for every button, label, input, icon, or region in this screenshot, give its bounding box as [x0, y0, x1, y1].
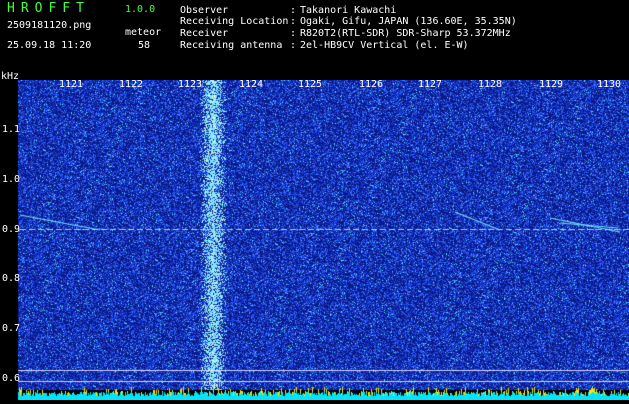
freq-tick: 1.0: [2, 174, 21, 185]
spectrogram-canvas: [0, 80, 629, 400]
separator: :: [290, 16, 297, 27]
header-panel: HROFFT 1.0.0 2509181120.png 25.09.18 11:…: [0, 0, 629, 72]
time-tick: 1121: [59, 79, 84, 90]
time-tick: 1127: [418, 79, 443, 90]
freq-tick: 0.6: [2, 373, 21, 384]
freq-tick: 0.9: [2, 224, 21, 235]
time-axis: 1121 1122 1123 1124 1125 1126 1127 1128 …: [0, 72, 629, 90]
antenna-label: Receiving antenna: [180, 40, 283, 51]
app-name: HROFFT: [7, 1, 90, 16]
freq-tick: 0.7: [2, 323, 21, 334]
freq-tick: 1.1: [2, 124, 21, 135]
spectrogram: [0, 80, 629, 400]
separator: :: [290, 40, 297, 51]
file-name: 2509181120.png: [7, 20, 92, 31]
freq-tick: 0.8: [2, 273, 21, 284]
receiver-label: Receiver: [180, 28, 229, 39]
time-tick: 1125: [298, 79, 323, 90]
time-tick: 1126: [359, 79, 384, 90]
time-tick: 1123: [178, 79, 203, 90]
meteor-count: 58: [138, 40, 151, 51]
time-tick: 1128: [478, 79, 503, 90]
time-tick: 1130: [597, 79, 622, 90]
location-value: Ogaki, Gifu, JAPAN (136.60E, 35.35N): [300, 16, 517, 27]
app-version: 1.0.0: [125, 4, 156, 15]
time-tick: 1129: [539, 79, 564, 90]
location-label: Receiving Location: [180, 16, 289, 27]
meteor-label: meteor: [125, 27, 162, 38]
separator: :: [290, 28, 297, 39]
receiver-value: R820T2(RTL-SDR) SDR-Sharp 53.372MHz: [300, 28, 511, 39]
time-tick: 1122: [119, 79, 144, 90]
capture-datetime: 25.09.18 11:20: [7, 40, 92, 51]
time-tick: 1124: [239, 79, 264, 90]
antenna-value: 2el-HB9CV Vertical (el. E-W): [300, 40, 469, 51]
